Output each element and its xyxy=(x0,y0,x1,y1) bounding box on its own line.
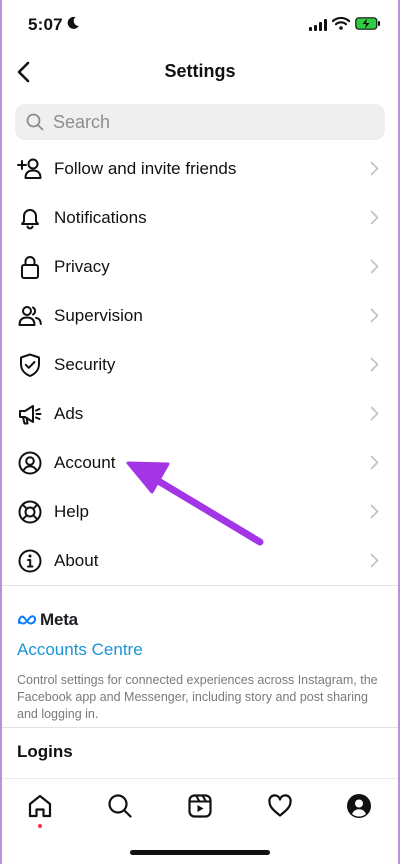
tab-profile[interactable] xyxy=(344,791,374,821)
annotation-arrow-icon xyxy=(126,461,264,546)
section-divider xyxy=(0,585,400,586)
menu-item-privacy[interactable]: Privacy xyxy=(0,242,400,291)
menu-item-ads[interactable]: Ads xyxy=(0,389,400,438)
chevron-right-icon xyxy=(370,504,379,519)
tab-home[interactable] xyxy=(25,791,55,821)
search-icon xyxy=(108,794,132,818)
meta-logo: Meta xyxy=(17,610,78,630)
people-icon xyxy=(18,306,42,326)
reels-icon xyxy=(188,794,212,818)
menu-item-label: Supervision xyxy=(54,305,143,325)
chevron-right-icon xyxy=(370,259,379,274)
chevron-right-icon xyxy=(370,406,379,421)
notification-dot xyxy=(38,824,42,828)
menu-item-label: Notifications xyxy=(54,207,147,227)
chevron-right-icon xyxy=(370,455,379,470)
menu-item-security[interactable]: Security xyxy=(0,340,400,389)
add-person-icon xyxy=(17,158,42,179)
lock-icon xyxy=(21,256,39,279)
menu-item-label: Security xyxy=(54,354,116,374)
signal-icon xyxy=(309,18,327,36)
chevron-right-icon xyxy=(370,210,379,225)
megaphone-icon xyxy=(19,405,42,425)
menu-item-label: About xyxy=(54,550,99,570)
menu-item-label: Follow and invite friends xyxy=(54,158,237,178)
menu-item-label: Ads xyxy=(54,403,84,423)
battery-charging-icon xyxy=(355,17,381,35)
lifebuoy-icon xyxy=(18,500,42,524)
shield-check-icon xyxy=(20,353,40,377)
menu-item-label: Privacy xyxy=(54,256,110,276)
tab-activity[interactable] xyxy=(265,791,295,821)
profile-icon xyxy=(347,794,371,818)
chevron-right-icon xyxy=(370,161,379,176)
menu-item-follow-invite[interactable]: Follow and invite friends xyxy=(0,144,400,193)
meta-logo-text: Meta xyxy=(40,610,78,629)
chevron-right-icon xyxy=(370,357,379,372)
meta-infinity-icon xyxy=(18,615,37,625)
status-bar: 5:07 xyxy=(0,0,400,52)
home-indicator xyxy=(130,850,270,855)
menu-item-supervision[interactable]: Supervision xyxy=(0,291,400,340)
bell-icon xyxy=(21,209,39,230)
status-time: 5:07 xyxy=(28,15,63,34)
accounts-centre-link[interactable]: Accounts Centre xyxy=(17,640,143,660)
chevron-right-icon xyxy=(370,308,379,323)
tab-reels[interactable] xyxy=(185,791,215,821)
tab-search[interactable] xyxy=(105,791,135,821)
tab-bar xyxy=(0,778,400,834)
meta-description: Control settings for connected experienc… xyxy=(17,673,378,721)
person-circle-icon xyxy=(18,451,42,475)
logins-section-title: Logins xyxy=(17,742,73,761)
header: Settings xyxy=(0,52,400,92)
search-bar[interactable] xyxy=(15,104,385,140)
info-icon xyxy=(18,549,42,573)
wifi-icon xyxy=(331,16,351,35)
menu-item-label: Account xyxy=(54,452,116,472)
search-icon xyxy=(26,113,44,131)
chevron-right-icon xyxy=(370,553,379,568)
moon-icon xyxy=(66,16,80,35)
search-input[interactable] xyxy=(53,111,353,133)
menu-item-label: Help xyxy=(54,501,89,521)
home-icon xyxy=(28,794,52,818)
menu-item-notifications[interactable]: Notifications xyxy=(0,193,400,242)
heart-icon xyxy=(268,794,292,817)
section-divider xyxy=(0,727,400,728)
page-title: Settings xyxy=(164,61,236,81)
